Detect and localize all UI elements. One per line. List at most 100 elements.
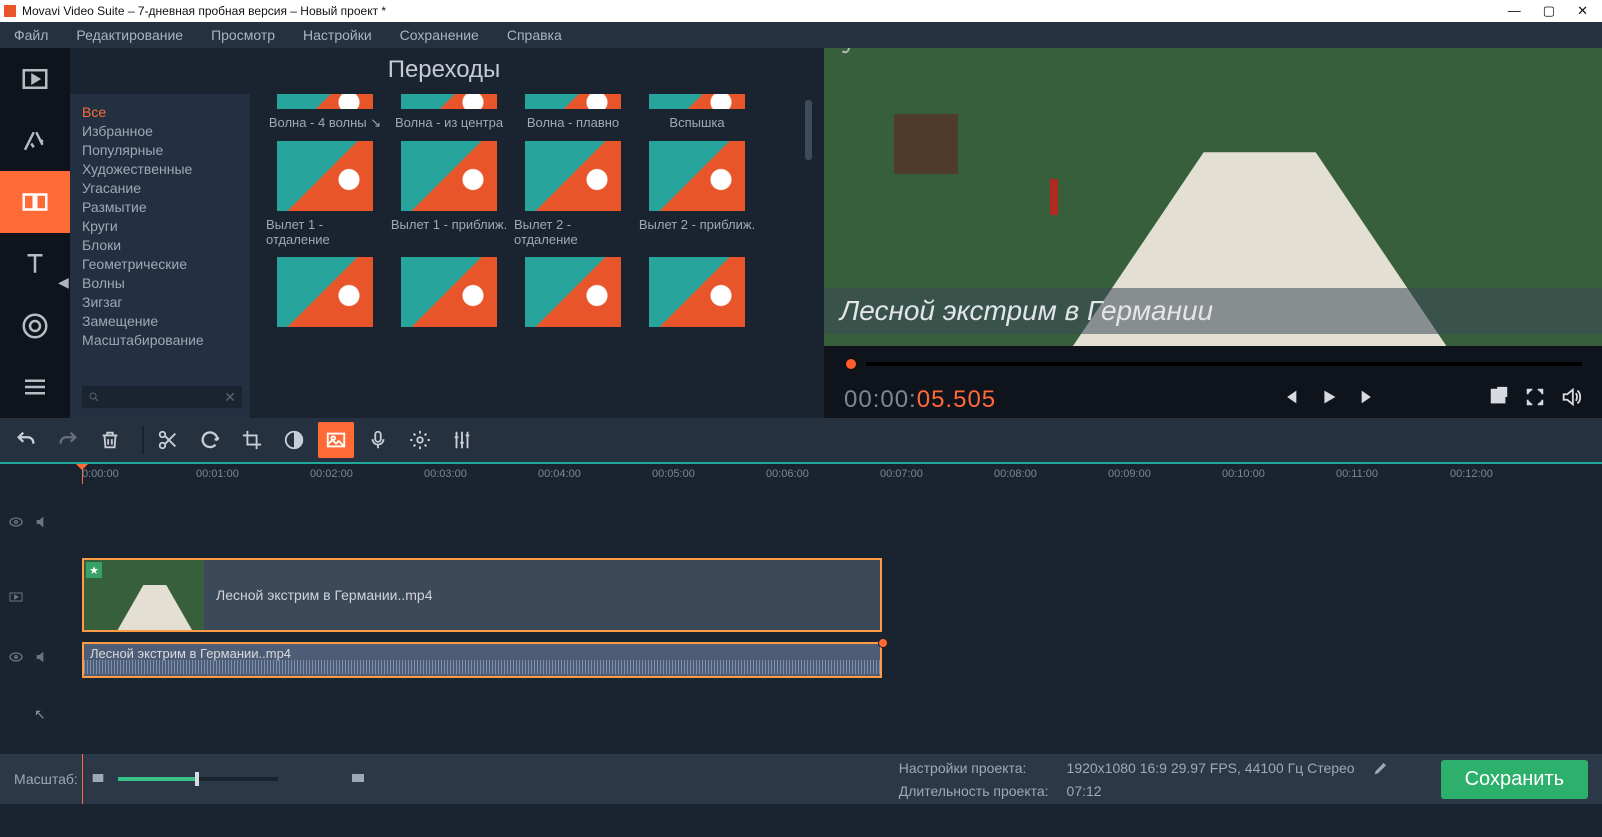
rail-stickers-icon[interactable]: [0, 295, 70, 357]
ruler-mark: 00:11:00: [1336, 468, 1378, 480]
zoom-fit-icon[interactable]: [90, 770, 106, 789]
ruler-mark: 00:12:00: [1450, 468, 1493, 480]
toolbar: [0, 418, 1602, 462]
category-search[interactable]: ✕: [82, 386, 242, 408]
transition-thumb[interactable]: Волна - плавно: [514, 94, 632, 131]
delete-button[interactable]: [92, 422, 128, 458]
track-header-titles: [0, 514, 74, 534]
transition-thumb[interactable]: Волна - из центра: [390, 94, 508, 131]
category-item[interactable]: Замещение: [82, 313, 242, 329]
transition-thumb[interactable]: Вспышка: [638, 94, 756, 131]
menu-item[interactable]: Редактирование: [76, 27, 183, 43]
collapse-categories-icon[interactable]: ◀: [58, 274, 69, 291]
close-button[interactable]: ✕: [1577, 3, 1588, 19]
picture-button[interactable]: [318, 422, 354, 458]
category-item[interactable]: Зигзаг: [82, 294, 242, 310]
seek-bar[interactable]: [866, 362, 1582, 366]
window-title-bar: Movavi Video Suite – 7-дневная пробная в…: [0, 0, 1602, 22]
video-clip[interactable]: ★ Лесной экстрим в Германии..mp4: [82, 558, 882, 632]
ruler-mark: 00:02:00: [310, 468, 353, 480]
rail-more-icon[interactable]: [0, 356, 70, 418]
category-item[interactable]: Угасание: [82, 180, 242, 196]
category-item[interactable]: Блоки: [82, 237, 242, 253]
gallery-title: Переходы: [70, 48, 818, 94]
speaker-icon[interactable]: [34, 514, 50, 535]
eye-icon[interactable]: [8, 514, 24, 535]
menu-item[interactable]: Файл: [14, 27, 48, 43]
zoom-to-clip-icon[interactable]: [350, 770, 366, 789]
transition-thumb[interactable]: [390, 257, 508, 333]
rail-filters-icon[interactable]: [0, 110, 70, 172]
maximize-button[interactable]: ▢: [1543, 3, 1555, 19]
menu-bar: Файл Редактирование Просмотр Настройки Сохра…: [0, 22, 1602, 48]
category-item[interactable]: Геометрические: [82, 256, 242, 272]
record-audio-button[interactable]: [360, 422, 396, 458]
split-button[interactable]: [150, 422, 186, 458]
category-item[interactable]: Волны: [82, 275, 242, 291]
ruler-mark: 00:01:00: [196, 468, 239, 480]
preview-seek: [824, 346, 1602, 382]
category-item[interactable]: Избранное: [82, 123, 242, 139]
prev-frame-button[interactable]: [1278, 386, 1300, 415]
transition-thumb[interactable]: Вылет 1 - приближ.: [390, 141, 508, 247]
category-item[interactable]: Масштабирование: [82, 332, 242, 348]
scrollbar[interactable]: [805, 100, 812, 160]
project-info: Настройки проекта: 1920x1080 16:9 29.97 …: [899, 760, 1389, 799]
video-track-icon[interactable]: [8, 589, 24, 610]
equalizer-button[interactable]: [444, 422, 480, 458]
duration-value: 07:12: [1067, 783, 1355, 799]
save-button[interactable]: Сохранить: [1441, 760, 1588, 799]
color-button[interactable]: [276, 422, 312, 458]
rail-transitions-icon[interactable]: [0, 171, 70, 233]
detach-button[interactable]: [1488, 386, 1510, 415]
category-item[interactable]: Размытие: [82, 199, 242, 215]
preview-canvas: JkFam Лесной экстрим в Германии: [824, 48, 1602, 346]
ruler-mark: 00:07:00: [880, 468, 923, 480]
eye-icon[interactable]: [8, 649, 24, 670]
transition-thumb[interactable]: [266, 257, 384, 333]
ruler-mark: 00:06:00: [766, 468, 809, 480]
next-frame-button[interactable]: [1358, 386, 1380, 415]
transition-thumb[interactable]: Волна - 4 волны ↘: [266, 94, 384, 131]
category-item[interactable]: Все: [82, 104, 242, 120]
crop-button[interactable]: [234, 422, 270, 458]
rotate-button[interactable]: [192, 422, 228, 458]
undo-button[interactable]: [8, 422, 44, 458]
transition-thumb[interactable]: Вылет 2 - отдаление: [514, 141, 632, 247]
audio-clip[interactable]: Лесной экстрим в Германии..mp4: [82, 642, 882, 678]
category-item[interactable]: Художественные: [82, 161, 242, 177]
speaker-icon[interactable]: [34, 649, 50, 670]
transition-thumb[interactable]: Вылет 2 - приближ.: [638, 141, 756, 247]
menu-item[interactable]: Настройки: [303, 27, 372, 43]
duration-label: Длительность проекта:: [899, 783, 1049, 799]
playhead-dot[interactable]: [844, 357, 858, 371]
window-controls: — ▢ ✕: [1508, 3, 1598, 19]
clip-properties-button[interactable]: [402, 422, 438, 458]
gallery-panel: Переходы ◀ ВсеИзбранноеПопулярныеХудожес…: [70, 48, 818, 418]
play-button[interactable]: [1318, 386, 1340, 415]
transition-thumb[interactable]: [638, 257, 756, 333]
redo-button[interactable]: [50, 422, 86, 458]
zoom-slider[interactable]: [118, 777, 278, 781]
fullscreen-button[interactable]: [1524, 386, 1546, 415]
timeline-tracks: ↖ ★ Лесной экстрим в Германии..mp4 Лесно…: [0, 484, 1602, 754]
transition-thumb[interactable]: Вылет 1 - отдаление: [266, 141, 384, 247]
cursor-icon: ↖: [34, 706, 46, 723]
category-item[interactable]: Популярные: [82, 142, 242, 158]
clip-end-handle[interactable]: [878, 638, 888, 648]
menu-item[interactable]: Справка: [507, 27, 562, 43]
settings-label: Настройки проекта:: [899, 760, 1049, 779]
rail-import-icon[interactable]: [0, 48, 70, 110]
edit-settings-icon[interactable]: [1373, 760, 1389, 779]
minimize-button[interactable]: —: [1508, 3, 1521, 19]
app-logo: [4, 5, 16, 17]
category-item[interactable]: Круги: [82, 218, 242, 234]
menu-item[interactable]: Сохранение: [400, 27, 479, 43]
menu-item[interactable]: Просмотр: [211, 27, 275, 43]
clip-thumbnail: ★: [84, 560, 204, 630]
volume-button[interactable]: [1560, 386, 1582, 415]
ruler-mark: 00:08:00: [994, 468, 1037, 480]
settings-value: 1920x1080 16:9 29.97 FPS, 44100 Гц Стере…: [1067, 760, 1355, 779]
transition-grid: Волна - 4 волны ↘Волна - из центраВолна …: [250, 94, 818, 418]
transition-thumb[interactable]: [514, 257, 632, 333]
